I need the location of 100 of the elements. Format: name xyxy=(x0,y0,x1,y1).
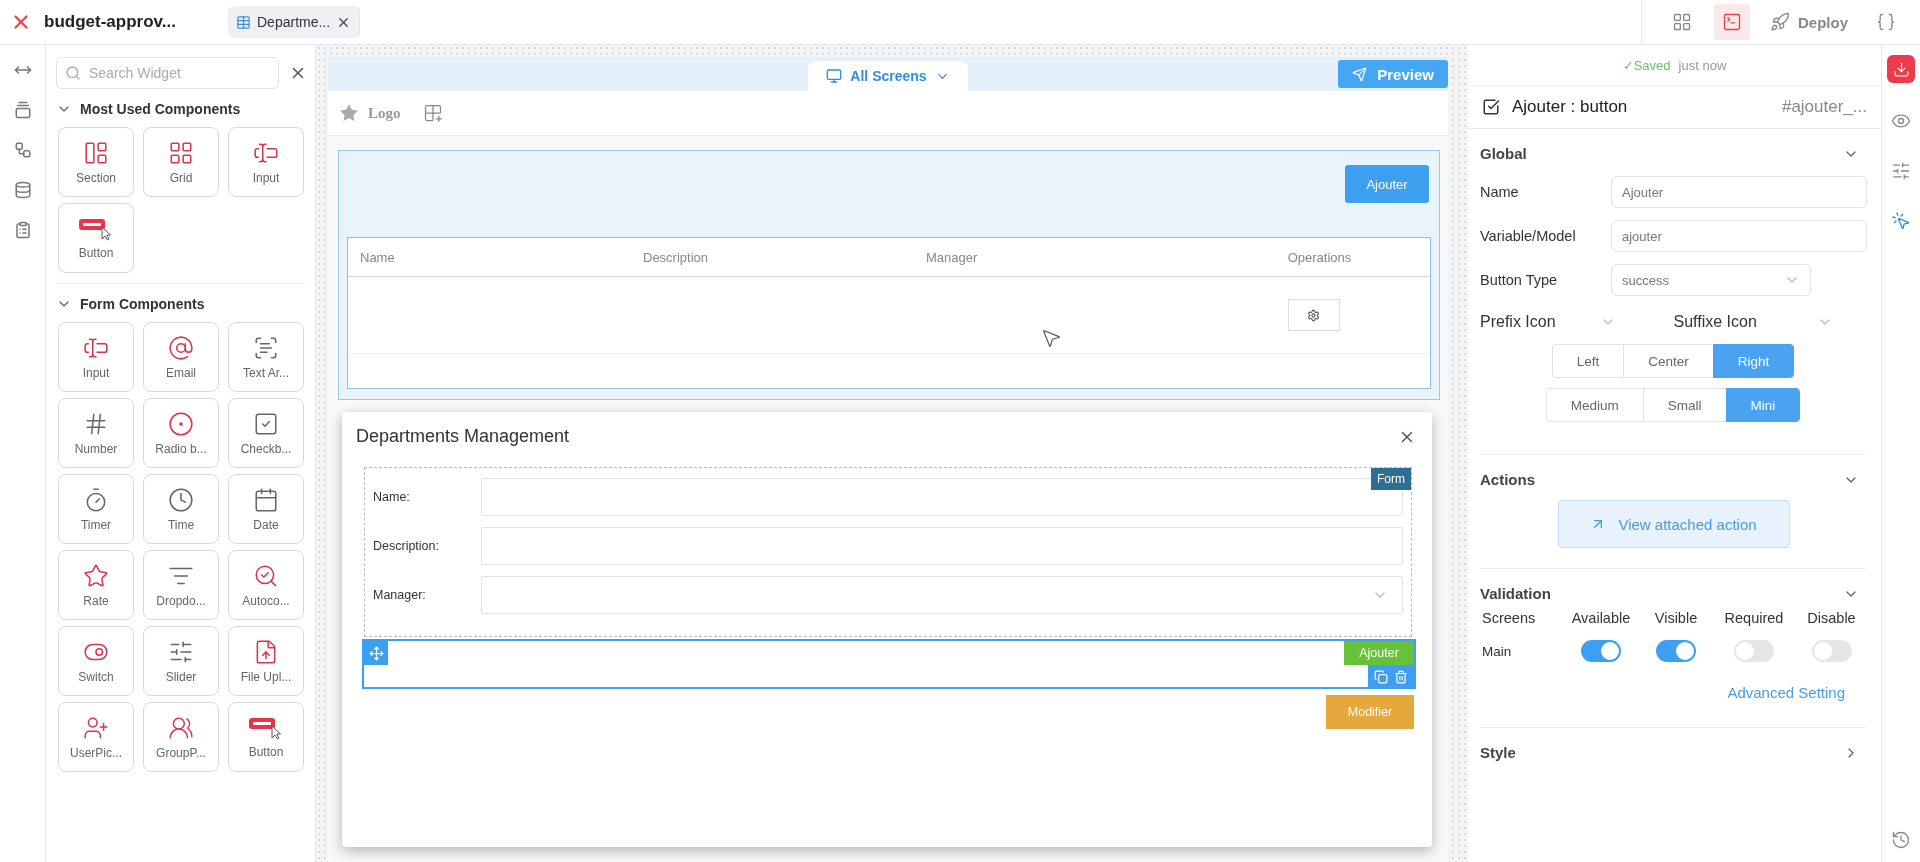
widget-tile[interactable]: Slider xyxy=(143,626,219,696)
column-header: Available xyxy=(1571,610,1631,626)
widget-tile[interactable]: Button xyxy=(228,702,304,772)
screen-selector[interactable]: All Screens xyxy=(808,61,968,91)
widget-tile[interactable]: Checkb... xyxy=(228,398,304,468)
section-header[interactable]: Style xyxy=(1480,728,1867,769)
field-label: Name: xyxy=(373,490,411,504)
column-header: Manager xyxy=(925,249,978,265)
settings-button[interactable] xyxy=(1287,299,1340,331)
gear-icon xyxy=(1307,308,1320,322)
toggle-switch[interactable] xyxy=(1656,640,1696,662)
widget-tile[interactable]: GroupP... xyxy=(143,702,219,772)
section-icon xyxy=(83,139,109,166)
column-header: Description xyxy=(642,249,709,265)
group-header[interactable]: Most Used Components xyxy=(56,89,307,127)
input-field[interactable]: ajouter xyxy=(1611,220,1867,252)
widget-tile[interactable]: Section xyxy=(58,127,134,197)
toggle-switch[interactable] xyxy=(1811,640,1852,662)
widget-tile[interactable]: Input xyxy=(228,127,304,197)
pointer-click-icon xyxy=(1891,211,1911,231)
logo-icon xyxy=(338,102,360,124)
deploy-button[interactable]: Deploy xyxy=(1764,4,1854,40)
star-icon xyxy=(83,562,109,589)
section-header[interactable]: Global xyxy=(1480,129,1867,170)
copy-icon[interactable] xyxy=(1374,670,1388,684)
field-label: Description: xyxy=(373,539,440,553)
layers-icon[interactable] xyxy=(13,101,32,119)
widget-tile[interactable]: Dropdo... xyxy=(143,550,219,620)
history-icon xyxy=(1891,830,1911,850)
widgets-icon xyxy=(1672,12,1692,32)
saved-time: just now xyxy=(1678,57,1727,73)
saved-status: ✓Saved xyxy=(1622,57,1671,73)
icon-select[interactable]: Prefix Icon xyxy=(1480,313,1674,331)
clipboard-icon[interactable] xyxy=(13,221,32,239)
size-option[interactable]: Small xyxy=(1642,388,1727,422)
widget-tile[interactable]: Radio b... xyxy=(143,398,219,468)
checkbox-icon xyxy=(253,410,279,437)
widget-tile[interactable]: Switch xyxy=(58,626,134,696)
form-badge: Form xyxy=(1371,468,1411,490)
cursor-icon xyxy=(1040,327,1062,349)
size-option[interactable]: Medium xyxy=(1545,388,1644,422)
text-area-icon xyxy=(253,334,279,361)
widget-tile[interactable]: Rate xyxy=(58,550,134,620)
section-header[interactable]: Validation xyxy=(1480,569,1867,610)
braces-icon xyxy=(1876,12,1896,32)
widget-tile[interactable]: File Upl... xyxy=(228,626,304,696)
rocket-icon xyxy=(1770,12,1790,32)
field-label: Manager: xyxy=(373,588,427,602)
column-header: Visible xyxy=(1654,610,1698,626)
send-icon xyxy=(1352,66,1368,82)
move-handle[interactable] xyxy=(364,641,388,665)
widget-tile[interactable]: Grid xyxy=(143,127,219,197)
clock-icon xyxy=(168,486,194,513)
select-field[interactable]: success xyxy=(1611,264,1811,296)
database-icon[interactable] xyxy=(13,181,32,199)
at-sign-icon xyxy=(168,334,194,361)
toggle-switch[interactable] xyxy=(1581,640,1621,662)
property-label: Name xyxy=(1480,184,1520,200)
delete-icon[interactable] xyxy=(1394,670,1408,684)
column-header: Name xyxy=(359,249,395,265)
widget-tile[interactable]: Timer xyxy=(58,474,134,544)
search-field[interactable]: Search Widget xyxy=(56,57,279,89)
column-header: Operations xyxy=(1286,249,1352,265)
widget-tile[interactable]: Input xyxy=(58,322,134,392)
group-header[interactable]: Form Components xyxy=(56,284,307,322)
widget-tile[interactable]: Button xyxy=(58,203,134,273)
action-button-icon xyxy=(78,216,114,241)
column-header: Disable xyxy=(1807,610,1856,626)
widget-tile[interactable]: Autoco... xyxy=(228,550,304,620)
icon-select[interactable]: Suffixe Icon xyxy=(1673,313,1867,331)
add-widget-icon[interactable] xyxy=(422,103,443,123)
select-field[interactable] xyxy=(481,576,1403,614)
checkbox[interactable] xyxy=(1482,98,1500,116)
widget-tile[interactable]: Time xyxy=(143,474,219,544)
widget-tile[interactable]: Date xyxy=(228,474,304,544)
workflow-icon[interactable] xyxy=(13,141,32,159)
widget-tile[interactable]: UserPic... xyxy=(58,702,134,772)
widget-tile[interactable]: Number xyxy=(58,398,134,468)
monitor-icon xyxy=(826,68,843,84)
widget-tile[interactable]: Email xyxy=(143,322,219,392)
input-field[interactable] xyxy=(481,527,1403,565)
toggle-switch[interactable] xyxy=(1734,640,1774,662)
download-icon xyxy=(1892,60,1910,78)
property-label: Variable/Model xyxy=(1480,228,1577,244)
sliders-icon xyxy=(1891,161,1911,181)
action-button-icon xyxy=(248,715,284,740)
widget-tile[interactable]: Text Ar... xyxy=(228,322,304,392)
page-tab[interactable]: Departme... xyxy=(228,6,361,38)
input-field[interactable]: Ajouter xyxy=(1611,176,1867,208)
component-title: Ajouter : button xyxy=(1512,97,1629,117)
app-title: budget-approv... xyxy=(44,12,176,32)
alignment-option[interactable]: Center xyxy=(1623,344,1714,378)
terminal-icon xyxy=(1722,12,1742,32)
section-header[interactable]: Actions xyxy=(1480,455,1867,496)
dialog-title: Departments Management xyxy=(356,426,570,447)
download-button[interactable] xyxy=(1887,55,1915,83)
alignment-option[interactable]: Left xyxy=(1551,344,1625,378)
property-label: Button Type xyxy=(1480,272,1559,288)
table-icon xyxy=(236,14,251,30)
terminal-button[interactable] xyxy=(1714,4,1750,40)
